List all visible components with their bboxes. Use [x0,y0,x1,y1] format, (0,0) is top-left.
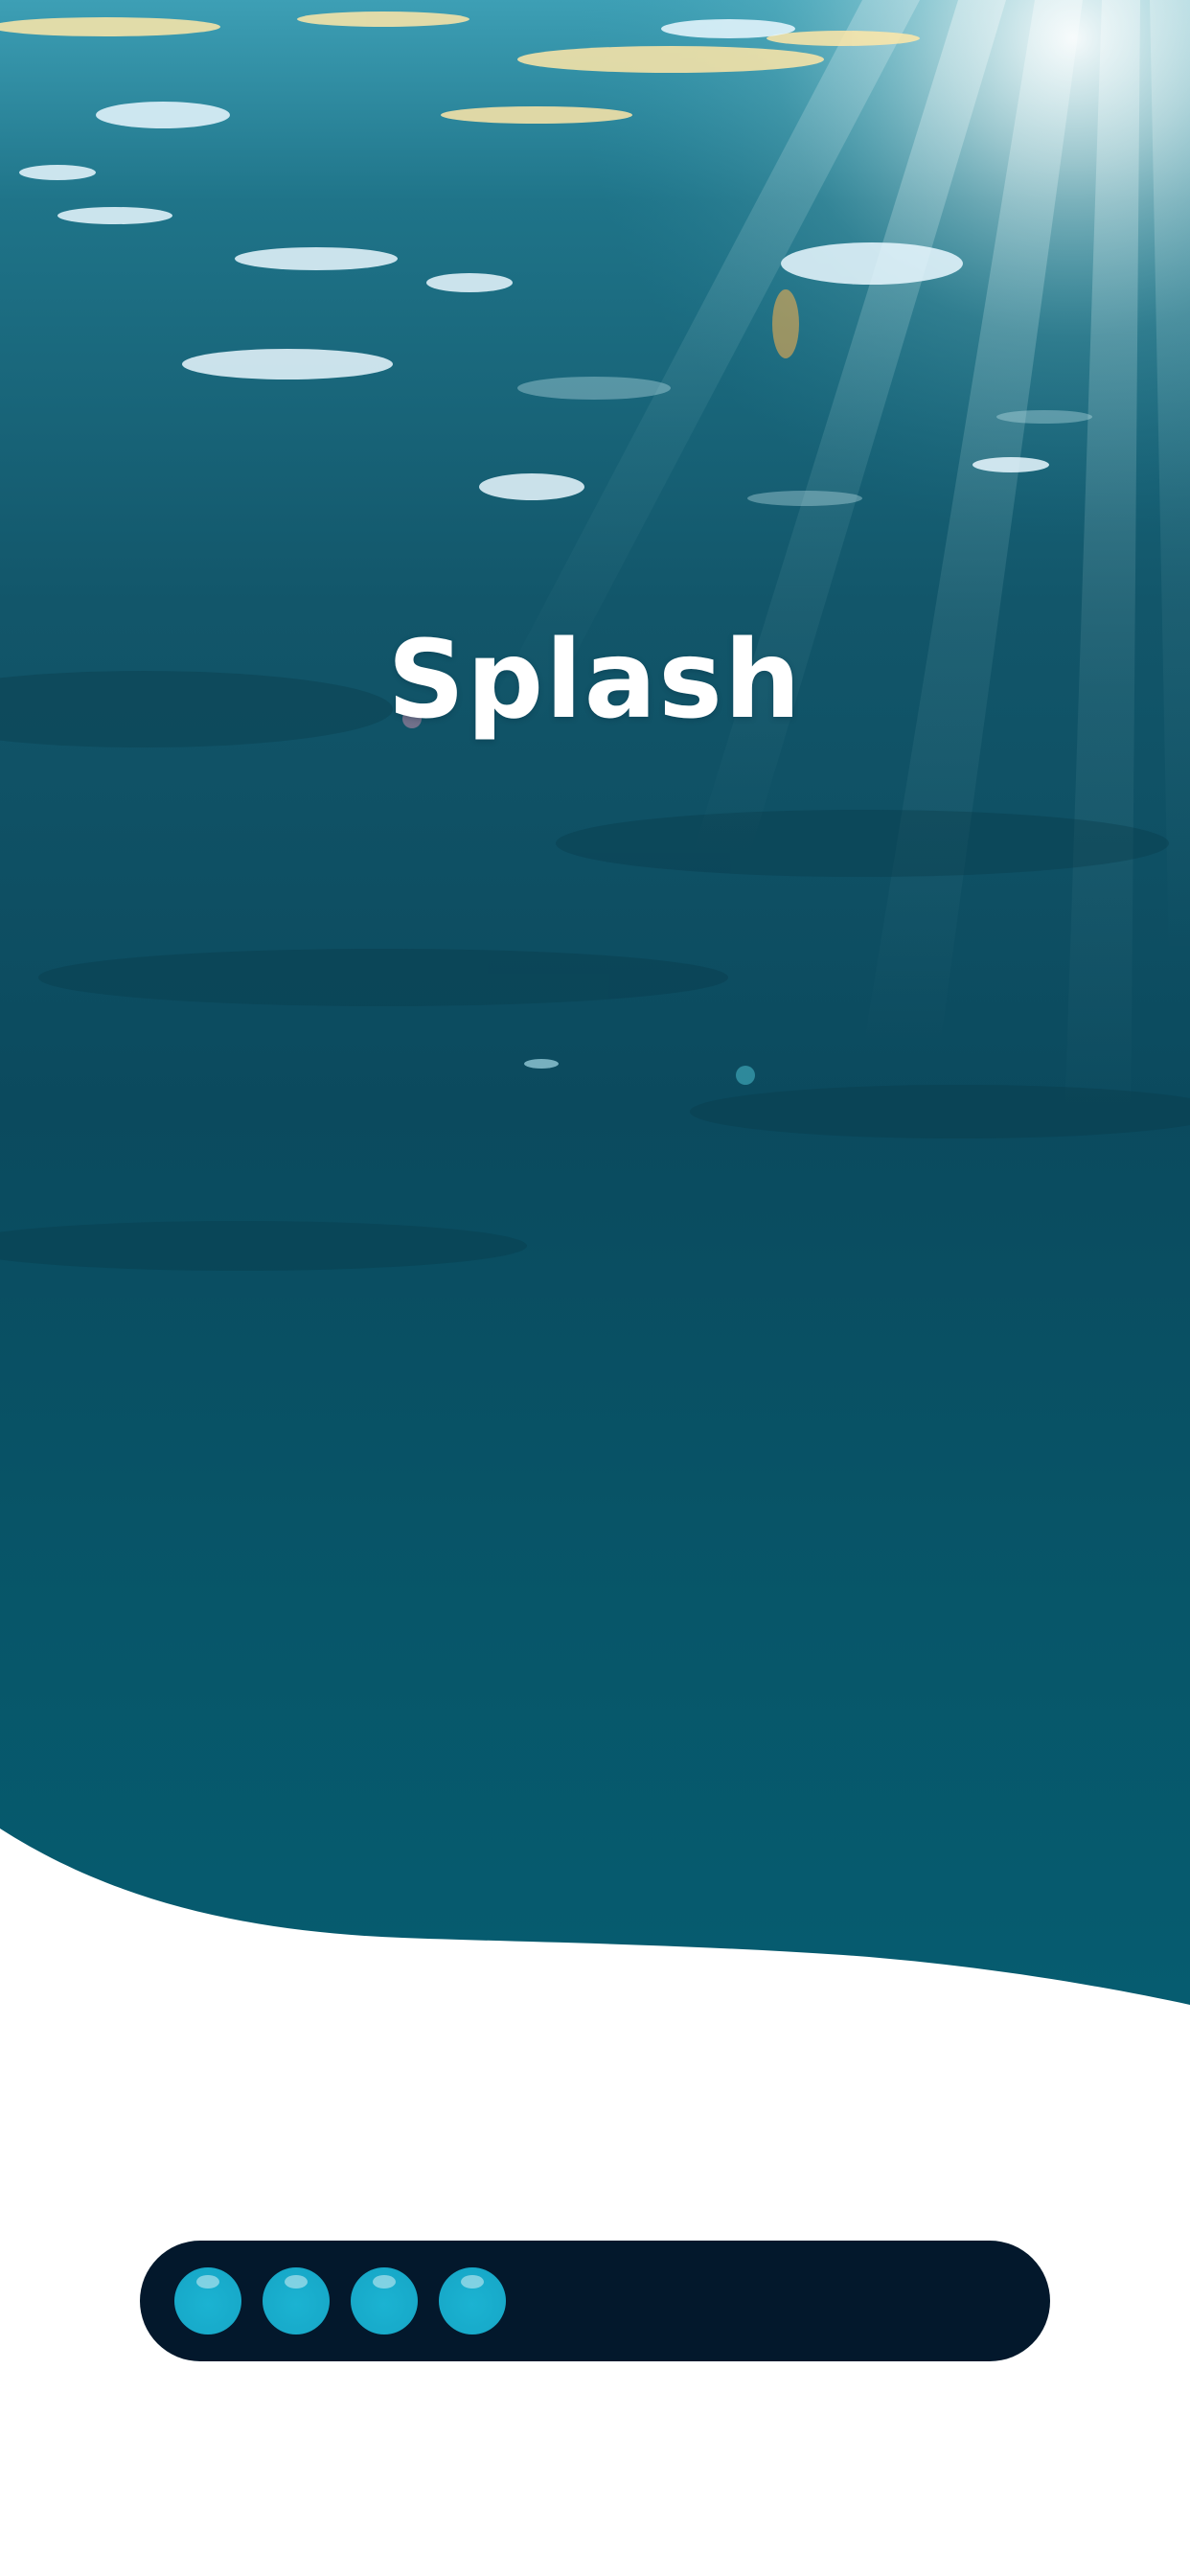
underwater-scene [0,0,1190,2005]
splash-screen: Splash [0,0,1190,2576]
bubble-shine [285,2275,308,2288]
app-title: Splash [387,618,803,743]
bubble-icon [263,2267,330,2334]
bubble-shine [196,2275,219,2288]
underwater-hero-image [0,0,1190,2012]
bubble-shine [373,2275,396,2288]
bubble-icon [439,2267,506,2334]
loading-indicator [140,2241,1050,2361]
bubble-icon [351,2267,418,2334]
bubble-shine [461,2275,484,2288]
bubble-icon [174,2267,241,2334]
